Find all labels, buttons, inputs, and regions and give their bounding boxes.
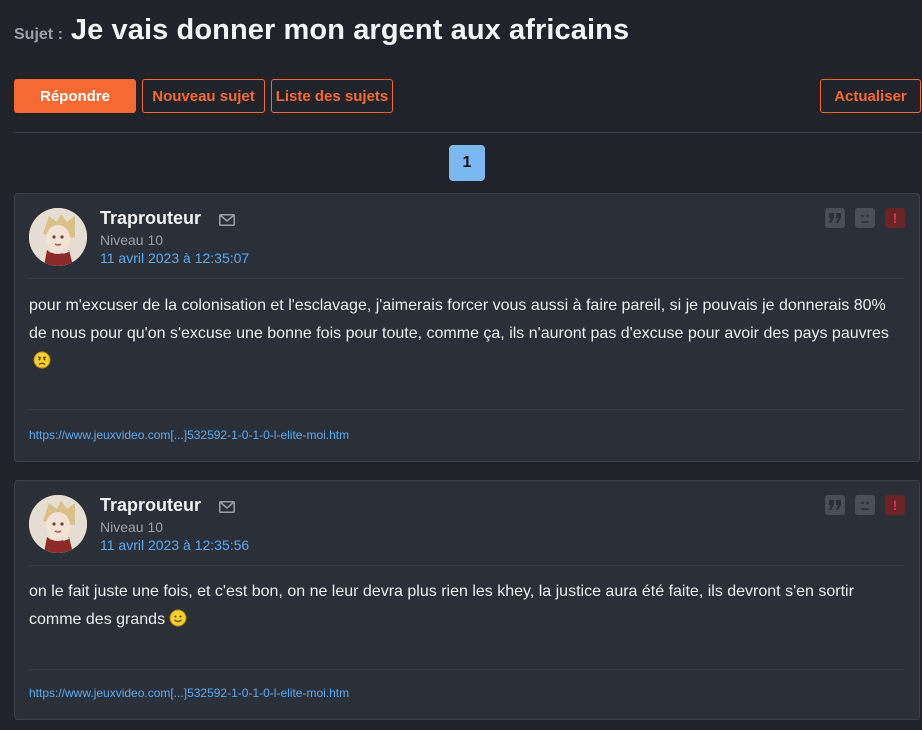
mail-icon[interactable]: [219, 500, 235, 518]
forum-post: Traprouteur Niveau 10 11 avril 2023 à 12…: [14, 193, 920, 462]
post-date[interactable]: 11 avril 2023 à 12:35:56: [100, 537, 249, 553]
pagination-page-current[interactable]: 1: [449, 145, 485, 181]
post-author[interactable]: Traprouteur: [100, 208, 201, 229]
post-text: on le fait juste une fois, et c'est bon,…: [29, 583, 854, 628]
topic-header: Sujet : Je vais donner mon argent aux af…: [14, 14, 629, 50]
blacklist-icon[interactable]: [855, 495, 875, 515]
worried-face-smiley: [33, 351, 51, 369]
post-divider: [29, 565, 905, 566]
topic-list-button[interactable]: Liste des sujets: [271, 79, 393, 113]
post-date[interactable]: 11 avril 2023 à 12:35:07: [100, 250, 249, 266]
reply-button[interactable]: Répondre: [14, 79, 136, 113]
avatar[interactable]: [29, 495, 87, 553]
report-icon[interactable]: !: [885, 495, 905, 515]
post-actions: !: [825, 495, 905, 515]
signature-link[interactable]: https://www.jeuxvideo.com[...]532592-1-0…: [29, 428, 349, 442]
mail-icon[interactable]: [219, 213, 235, 231]
smiling-face-smiley: [169, 609, 187, 627]
new-topic-button[interactable]: Nouveau sujet: [142, 79, 265, 113]
forum-post: Traprouteur Niveau 10 11 avril 2023 à 12…: [14, 480, 920, 720]
signature-link[interactable]: https://www.jeuxvideo.com[...]532592-1-0…: [29, 686, 349, 700]
post-level: Niveau 10: [100, 232, 164, 248]
post-body: pour m'excuser de la colonisation et l'e…: [29, 292, 901, 376]
topic-prefix: Sujet :: [14, 26, 63, 43]
toolbar: Répondre Nouveau sujet Liste des sujets …: [14, 79, 922, 113]
signature-divider: [29, 409, 905, 410]
post-body: on le fait juste une fois, et c'est bon,…: [29, 578, 901, 634]
post-text: pour m'excuser de la colonisation et l'e…: [29, 297, 889, 342]
post-author[interactable]: Traprouteur: [100, 495, 201, 516]
report-icon[interactable]: !: [885, 208, 905, 228]
avatar[interactable]: [29, 208, 87, 266]
quote-icon[interactable]: [825, 495, 845, 515]
post-level: Niveau 10: [100, 519, 164, 535]
signature-divider: [29, 669, 905, 670]
divider: [14, 132, 922, 133]
blacklist-icon[interactable]: [855, 208, 875, 228]
quote-icon[interactable]: [825, 208, 845, 228]
page-title: Je vais donner mon argent aux africains: [70, 14, 630, 46]
post-divider: [29, 278, 905, 279]
post-actions: !: [825, 208, 905, 228]
refresh-button[interactable]: Actualiser: [820, 79, 921, 113]
